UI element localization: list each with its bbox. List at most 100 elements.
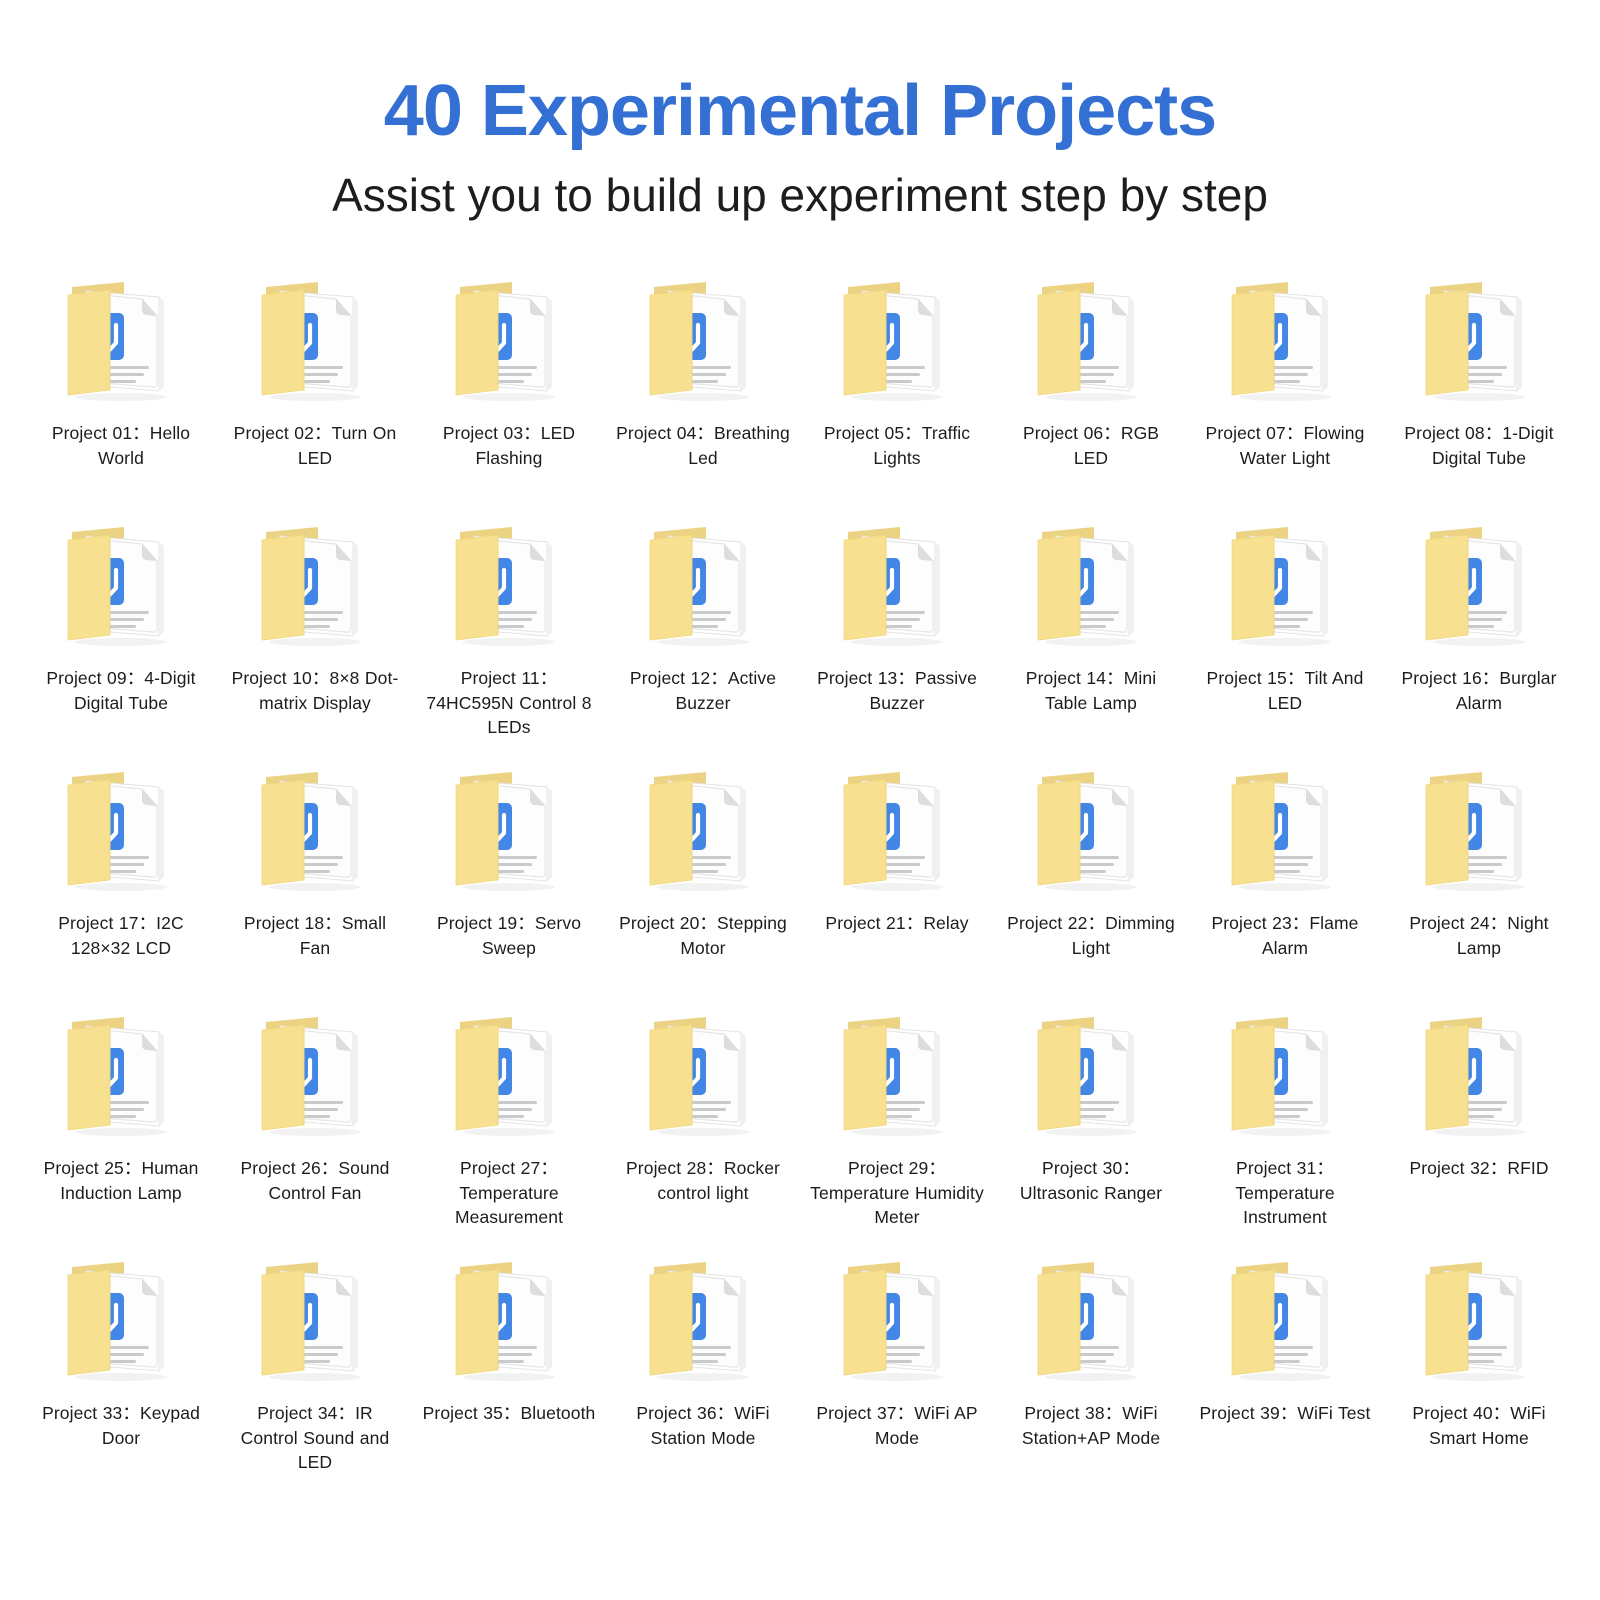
project-label-11: Project 11：74HC595N Control 8 LEDs — [422, 666, 597, 741]
project-tile-19[interactable]: Project 19：Servo Sweep — [412, 763, 606, 1008]
project-label-18: Project 18：Small Fan — [228, 911, 403, 961]
word-document-folder-icon — [252, 763, 378, 895]
project-label-21: Project 21：Relay — [810, 911, 985, 936]
project-tile-38[interactable]: Project 38：WiFi Station+AP Mode — [994, 1253, 1188, 1498]
word-document-folder-icon — [1222, 763, 1348, 895]
project-label-26: Project 26：Sound Control Fan — [228, 1156, 403, 1206]
project-tile-31[interactable]: Project 31：Temperature Instrument — [1188, 1008, 1382, 1253]
page-subtitle: Assist you to build up experiment step b… — [0, 168, 1600, 223]
word-document-folder-icon — [640, 1253, 766, 1385]
word-document-folder-icon — [1028, 518, 1154, 650]
word-document-folder-icon — [446, 273, 572, 405]
word-document-folder-icon — [446, 763, 572, 895]
project-tile-32[interactable]: Project 32：RFID — [1382, 1008, 1576, 1253]
project-label-01: Project 01：Hello World — [34, 421, 209, 471]
page-header: 40 Experimental Projects Assist you to b… — [0, 0, 1600, 223]
project-tile-10[interactable]: Project 10：8×8 Dot-matrix Display — [218, 518, 412, 763]
project-label-31: Project 31：Temperature Instrument — [1198, 1156, 1373, 1231]
project-tile-22[interactable]: Project 22：Dimming Light — [994, 763, 1188, 1008]
word-document-folder-icon — [640, 518, 766, 650]
project-tile-16[interactable]: Project 16：Burglar Alarm — [1382, 518, 1576, 763]
project-tile-26[interactable]: Project 26：Sound Control Fan — [218, 1008, 412, 1253]
project-label-17: Project 17：I2C 128×32 LCD — [34, 911, 209, 961]
word-document-folder-icon — [1416, 1008, 1542, 1140]
project-label-36: Project 36：WiFi Station Mode — [616, 1401, 791, 1451]
project-tile-40[interactable]: Project 40：WiFi Smart Home — [1382, 1253, 1576, 1498]
project-label-09: Project 09：4-Digit Digital Tube — [34, 666, 209, 716]
project-tile-33[interactable]: Project 33：Keypad Door — [24, 1253, 218, 1498]
project-tile-07[interactable]: Project 07：Flowing Water Light — [1188, 273, 1382, 518]
project-label-03: Project 03：LED Flashing — [422, 421, 597, 471]
project-tile-01[interactable]: Project 01：Hello World — [24, 273, 218, 518]
project-label-22: Project 22：Dimming Light — [1004, 911, 1179, 961]
word-document-folder-icon — [446, 518, 572, 650]
project-tile-09[interactable]: Project 09：4-Digit Digital Tube — [24, 518, 218, 763]
word-document-folder-icon — [446, 1253, 572, 1385]
project-label-24: Project 24：Night Lamp — [1392, 911, 1567, 961]
project-tile-29[interactable]: Project 29：Temperature Humidity Meter — [800, 1008, 994, 1253]
project-tile-05[interactable]: Project 05：Traffic Lights — [800, 273, 994, 518]
project-tile-06[interactable]: Project 06：RGB LED — [994, 273, 1188, 518]
project-label-32: Project 32：RFID — [1392, 1156, 1567, 1181]
word-document-folder-icon — [1222, 518, 1348, 650]
project-tile-03[interactable]: Project 03：LED Flashing — [412, 273, 606, 518]
word-document-folder-icon — [834, 518, 960, 650]
project-label-15: Project 15：Tilt And LED — [1198, 666, 1373, 716]
project-tile-20[interactable]: Project 20：Stepping Motor — [606, 763, 800, 1008]
word-document-folder-icon — [834, 763, 960, 895]
project-tile-15[interactable]: Project 15：Tilt And LED — [1188, 518, 1382, 763]
word-document-folder-icon — [58, 1253, 184, 1385]
word-document-folder-icon — [1028, 1253, 1154, 1385]
project-tile-17[interactable]: Project 17：I2C 128×32 LCD — [24, 763, 218, 1008]
project-tile-25[interactable]: Project 25：Human Induction Lamp — [24, 1008, 218, 1253]
project-tile-14[interactable]: Project 14：Mini Table Lamp — [994, 518, 1188, 763]
project-tile-23[interactable]: Project 23：Flame Alarm — [1188, 763, 1382, 1008]
word-document-folder-icon — [640, 1008, 766, 1140]
word-document-folder-icon — [252, 1253, 378, 1385]
project-tile-37[interactable]: Project 37：WiFi AP Mode — [800, 1253, 994, 1498]
word-document-folder-icon — [1416, 273, 1542, 405]
project-label-35: Project 35：Bluetooth — [422, 1401, 597, 1426]
project-tile-39[interactable]: Project 39：WiFi Test — [1188, 1253, 1382, 1498]
project-tile-12[interactable]: Project 12：Active Buzzer — [606, 518, 800, 763]
project-tile-11[interactable]: Project 11：74HC595N Control 8 LEDs — [412, 518, 606, 763]
project-tile-13[interactable]: Project 13：Passive Buzzer — [800, 518, 994, 763]
word-document-folder-icon — [1028, 763, 1154, 895]
word-document-folder-icon — [58, 763, 184, 895]
word-document-folder-icon — [1222, 1253, 1348, 1385]
project-tile-04[interactable]: Project 04：Breathing Led — [606, 273, 800, 518]
project-tile-30[interactable]: Project 30：Ultrasonic Ranger — [994, 1008, 1188, 1253]
project-tile-35[interactable]: Project 35：Bluetooth — [412, 1253, 606, 1498]
project-tile-02[interactable]: Project 02：Turn On LED — [218, 273, 412, 518]
project-label-20: Project 20：Stepping Motor — [616, 911, 791, 961]
project-tile-24[interactable]: Project 24：Night Lamp — [1382, 763, 1576, 1008]
project-tile-18[interactable]: Project 18：Small Fan — [218, 763, 412, 1008]
project-label-04: Project 04：Breathing Led — [616, 421, 791, 471]
project-label-08: Project 08：1-Digit Digital Tube — [1392, 421, 1567, 471]
projects-page: 40 Experimental Projects Assist you to b… — [0, 0, 1600, 1600]
project-label-40: Project 40：WiFi Smart Home — [1392, 1401, 1567, 1451]
project-label-05: Project 05：Traffic Lights — [810, 421, 985, 471]
project-tile-08[interactable]: Project 08：1-Digit Digital Tube — [1382, 273, 1576, 518]
project-label-16: Project 16：Burglar Alarm — [1392, 666, 1567, 716]
project-tile-28[interactable]: Project 28：Rocker control light — [606, 1008, 800, 1253]
project-label-38: Project 38：WiFi Station+AP Mode — [1004, 1401, 1179, 1451]
project-label-10: Project 10：8×8 Dot-matrix Display — [228, 666, 403, 716]
project-label-19: Project 19：Servo Sweep — [422, 911, 597, 961]
word-document-folder-icon — [1222, 273, 1348, 405]
project-label-30: Project 30：Ultrasonic Ranger — [1004, 1156, 1179, 1206]
project-label-34: Project 34：IR Control Sound and LED — [228, 1401, 403, 1476]
word-document-folder-icon — [252, 1008, 378, 1140]
word-document-folder-icon — [446, 1008, 572, 1140]
project-tile-34[interactable]: Project 34：IR Control Sound and LED — [218, 1253, 412, 1498]
word-document-folder-icon — [834, 1008, 960, 1140]
project-tile-36[interactable]: Project 36：WiFi Station Mode — [606, 1253, 800, 1498]
word-document-folder-icon — [1028, 273, 1154, 405]
project-tile-21[interactable]: Project 21：Relay — [800, 763, 994, 1008]
project-tile-27[interactable]: Project 27：Temperature Measurement — [412, 1008, 606, 1253]
word-document-folder-icon — [640, 763, 766, 895]
project-label-07: Project 07：Flowing Water Light — [1198, 421, 1373, 471]
word-document-folder-icon — [58, 518, 184, 650]
page-title: 40 Experimental Projects — [0, 74, 1600, 150]
project-label-28: Project 28：Rocker control light — [616, 1156, 791, 1206]
